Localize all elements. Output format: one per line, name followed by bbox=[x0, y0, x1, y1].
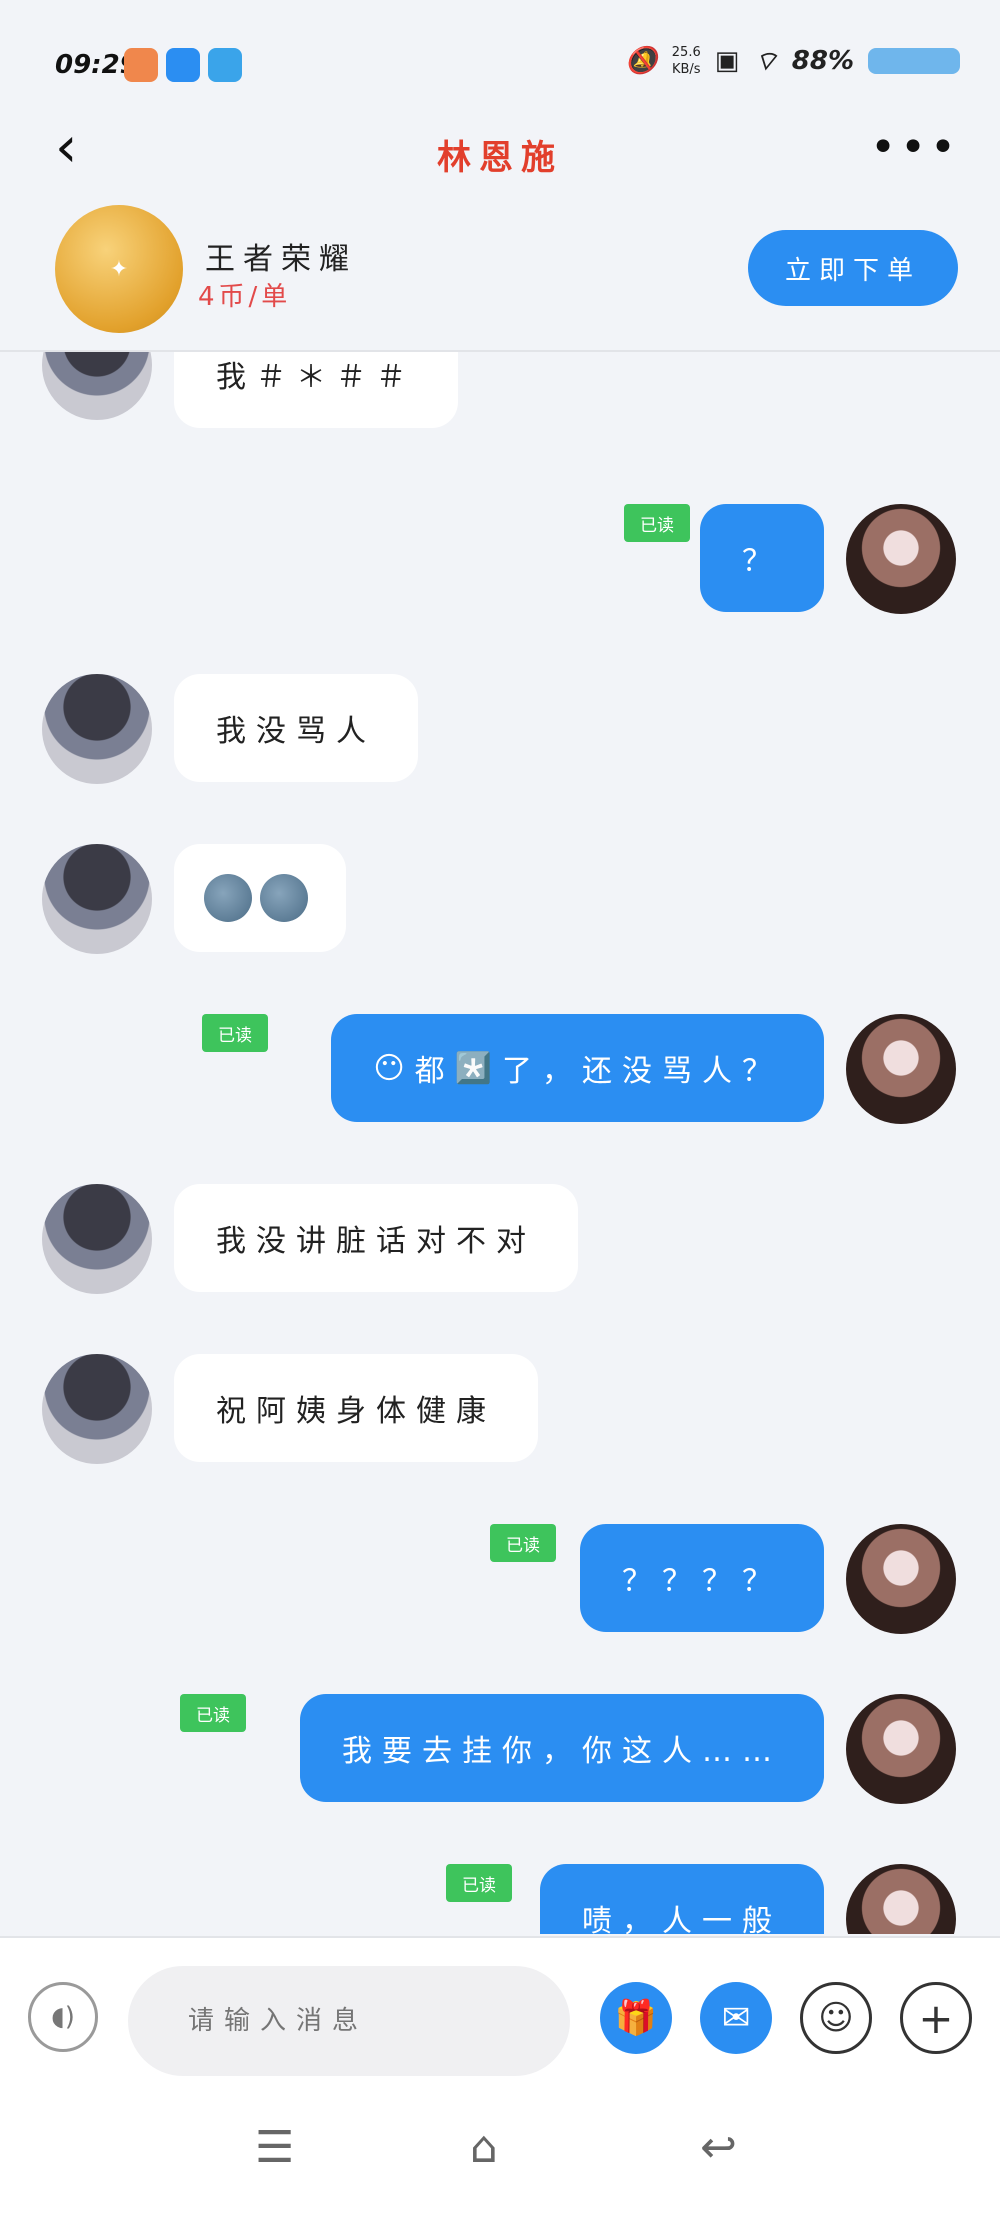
game-logo-mark: ✦ bbox=[109, 256, 129, 282]
outgoing-message: 😶 都 *️⃣ 了，还没骂人？ bbox=[331, 1014, 824, 1122]
red-packet-icon[interactable]: ✉ bbox=[700, 1982, 772, 2054]
contact-avatar[interactable] bbox=[42, 844, 152, 954]
wifi-icon: ⌔ bbox=[753, 46, 778, 77]
input-bar: ◖) 🎁 ✉ ☺ + bbox=[0, 1936, 1000, 2084]
app-notification-icon bbox=[166, 48, 200, 82]
gift-icon[interactable]: 🎁 bbox=[600, 1982, 672, 2054]
read-badge: 已读 bbox=[624, 504, 690, 542]
message-list[interactable]: 我＃＊＃＃ 已读 ？ 我没骂人 已读 😶 都 *️⃣ 了，还没骂人？ 我没讲脏话… bbox=[0, 352, 1000, 1934]
incoming-message bbox=[174, 844, 346, 952]
outgoing-message: 啧，人一般 bbox=[540, 1864, 824, 1934]
status-bar: 09:29 🔕 25.6 KB/s ▣ ⌔ 88% bbox=[0, 0, 1000, 100]
outgoing-message: ？？？？ bbox=[580, 1524, 824, 1632]
service-card: ✦ 王者荣耀 4币/单 立即下单 bbox=[0, 200, 1000, 352]
incoming-message: 我＃＊＃＃ bbox=[174, 352, 458, 428]
order-now-button[interactable]: 立即下单 bbox=[748, 230, 958, 306]
moon-face-emoji bbox=[204, 874, 252, 922]
game-name: 王者荣耀 bbox=[205, 242, 357, 277]
contact-avatar[interactable] bbox=[42, 1184, 152, 1294]
message-part: *️⃣ bbox=[454, 1050, 502, 1086]
game-logo: ✦ bbox=[55, 205, 183, 333]
message-input[interactable] bbox=[128, 1966, 570, 2076]
home-icon[interactable]: ⌂ bbox=[470, 2122, 498, 2173]
my-avatar[interactable] bbox=[846, 1694, 956, 1804]
contact-avatar[interactable] bbox=[42, 674, 152, 784]
my-avatar[interactable] bbox=[846, 504, 956, 614]
service-price: 4币/单 bbox=[198, 282, 292, 312]
battery-icon bbox=[868, 48, 960, 74]
more-dots-icon[interactable]: ••• bbox=[870, 122, 960, 173]
moon-face-emoji bbox=[260, 874, 308, 922]
incoming-message: 我没讲脏话对不对 bbox=[174, 1184, 578, 1292]
chat-header: ‹ 林恩施 ••• bbox=[0, 100, 1000, 200]
no-sim-icon: ▣ bbox=[714, 46, 740, 76]
message-part: 都 bbox=[414, 1054, 455, 1089]
net-speed: 25.6 KB/s bbox=[671, 45, 701, 77]
my-avatar[interactable] bbox=[846, 1524, 956, 1634]
menu-icon[interactable]: ☰ bbox=[255, 2122, 294, 2173]
status-indicators: 🔕 25.6 KB/s ▣ ⌔ 88% bbox=[625, 44, 960, 78]
read-badge: 已读 bbox=[490, 1524, 556, 1562]
plus-icon[interactable]: + bbox=[900, 1982, 972, 2054]
message-part: 😶 bbox=[373, 1050, 415, 1086]
incoming-message: 祝阿姨身体健康 bbox=[174, 1354, 538, 1462]
app-notification-icon bbox=[208, 48, 242, 82]
my-avatar[interactable] bbox=[846, 1864, 956, 1934]
app-notification-icon bbox=[124, 48, 158, 82]
read-badge: 已读 bbox=[202, 1014, 268, 1052]
chat-title: 林恩施 bbox=[437, 138, 563, 178]
outgoing-message: ？ bbox=[700, 504, 824, 612]
battery-percent: 88% bbox=[791, 46, 854, 76]
back-icon[interactable]: ↩ bbox=[700, 2122, 737, 2173]
emoji-icon[interactable]: ☺ bbox=[800, 1982, 872, 2054]
message-part: 了，还没骂人？ bbox=[502, 1054, 782, 1089]
voice-icon[interactable]: ◖) bbox=[28, 1982, 98, 2052]
mute-bell-icon: 🔕 bbox=[625, 46, 658, 76]
outgoing-message: 我要去挂你，你这人…… bbox=[300, 1694, 824, 1802]
system-nav-bar: ☰ ⌂ ↩ bbox=[0, 2082, 1000, 2222]
read-badge: 已读 bbox=[446, 1864, 512, 1902]
contact-avatar[interactable] bbox=[42, 352, 152, 420]
my-avatar[interactable] bbox=[846, 1014, 956, 1124]
contact-avatar[interactable] bbox=[42, 1354, 152, 1464]
read-badge: 已读 bbox=[180, 1694, 246, 1732]
incoming-message: 我没骂人 bbox=[174, 674, 418, 782]
